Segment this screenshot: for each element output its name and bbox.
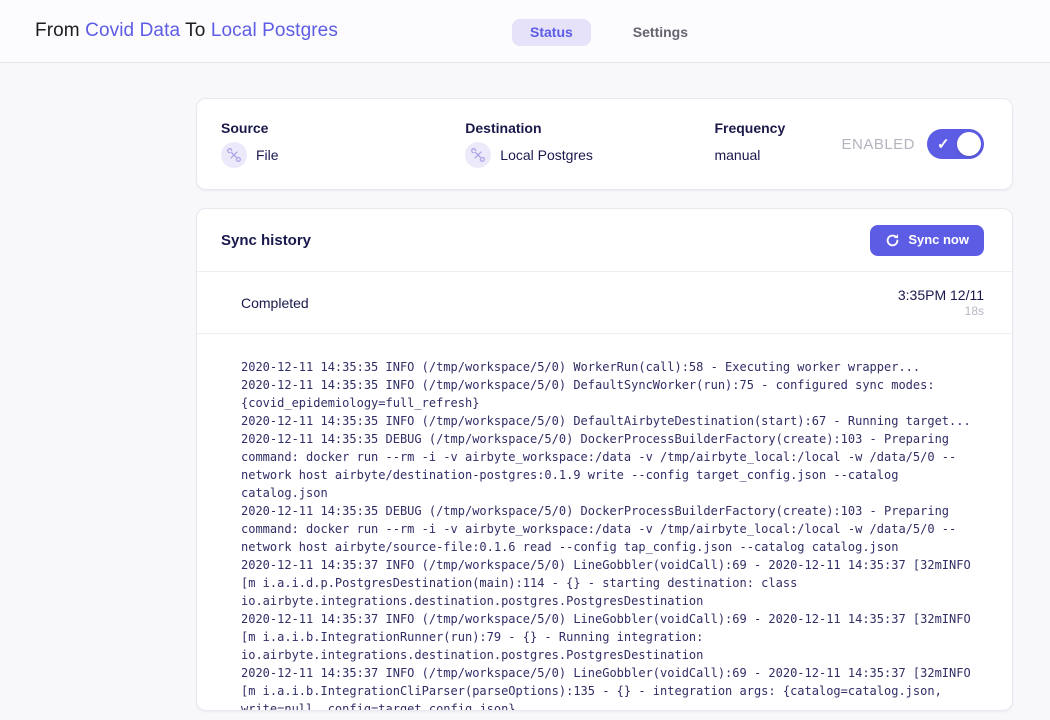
enabled-label: ENABLED <box>841 136 915 153</box>
destination-value-row: Local Postgres <box>465 142 714 168</box>
sync-now-button[interactable]: Sync now <box>870 225 984 256</box>
frequency-label: Frequency <box>714 120 841 136</box>
source-label: Source <box>221 120 465 136</box>
attempt-duration: 18s <box>898 304 984 319</box>
toggle-knob <box>957 132 981 156</box>
source-value: File <box>256 147 279 163</box>
destination-link[interactable]: Local Postgres <box>211 20 338 41</box>
attempt-meta: 3:35PM 12/11 18s <box>898 286 984 319</box>
log-line: 2020-12-11 14:35:35 INFO (/tmp/workspace… <box>241 376 986 412</box>
wrench-connector-icon <box>221 142 247 168</box>
destination-value: Local Postgres <box>500 147 593 163</box>
page-title: From Covid Data To Local Postgres <box>35 20 338 42</box>
log-line: 2020-12-11 14:35:35 INFO (/tmp/workspace… <box>241 358 986 376</box>
frequency-column: Frequency manual <box>714 120 841 168</box>
log-content: 2020-12-11 14:35:35 INFO (/tmp/workspace… <box>241 358 986 710</box>
title-from-text: From <box>35 20 80 41</box>
sync-attempt-row[interactable]: Completed 3:35PM 12/11 18s <box>197 271 1012 334</box>
attempt-status: Completed <box>241 295 309 311</box>
tab-bar: Status Settings <box>512 19 706 46</box>
log-line: 2020-12-11 14:35:35 DEBUG (/tmp/workspac… <box>241 430 986 502</box>
destination-label: Destination <box>465 120 714 136</box>
sync-log[interactable]: 2020-12-11 14:35:35 INFO (/tmp/workspace… <box>197 334 1012 710</box>
connection-status-page: { "header": { "title_from": "From", "sou… <box>0 0 1050 720</box>
log-line: 2020-12-11 14:35:37 INFO (/tmp/workspace… <box>241 556 986 610</box>
main-content: Source File Destination <box>196 98 1013 711</box>
sync-history-card: Sync history Sync now Completed 3:35PM 1… <box>196 208 1013 711</box>
log-line: 2020-12-11 14:35:35 DEBUG (/tmp/workspac… <box>241 502 986 556</box>
sync-now-label: Sync now <box>908 233 969 247</box>
source-link[interactable]: Covid Data <box>85 20 180 41</box>
connection-info-card: Source File Destination <box>196 98 1013 190</box>
tab-status[interactable]: Status <box>512 19 591 46</box>
sync-history-header: Sync history Sync now <box>197 209 1012 271</box>
source-value-row: File <box>221 142 465 168</box>
enabled-group: ENABLED ✓ <box>841 129 984 159</box>
title-to-text: To <box>185 20 205 41</box>
destination-column: Destination Local Postgres <box>465 120 714 168</box>
tab-settings[interactable]: Settings <box>615 19 706 46</box>
log-line: 2020-12-11 14:35:37 INFO (/tmp/workspace… <box>241 664 986 710</box>
wrench-connector-icon <box>465 142 491 168</box>
log-line: 2020-12-11 14:35:35 INFO (/tmp/workspace… <box>241 412 986 430</box>
log-line: 2020-12-11 14:35:37 INFO (/tmp/workspace… <box>241 610 986 664</box>
attempt-timestamp: 3:35PM 12/11 <box>898 286 984 304</box>
sync-history-title: Sync history <box>221 232 311 249</box>
enabled-toggle[interactable]: ✓ <box>927 129 984 159</box>
frequency-value: manual <box>714 147 760 163</box>
check-icon: ✓ <box>937 135 950 153</box>
connection-header: From Covid Data To Local Postgres Status… <box>0 0 1050 63</box>
refresh-icon <box>885 233 900 248</box>
source-column: Source File <box>221 120 465 168</box>
